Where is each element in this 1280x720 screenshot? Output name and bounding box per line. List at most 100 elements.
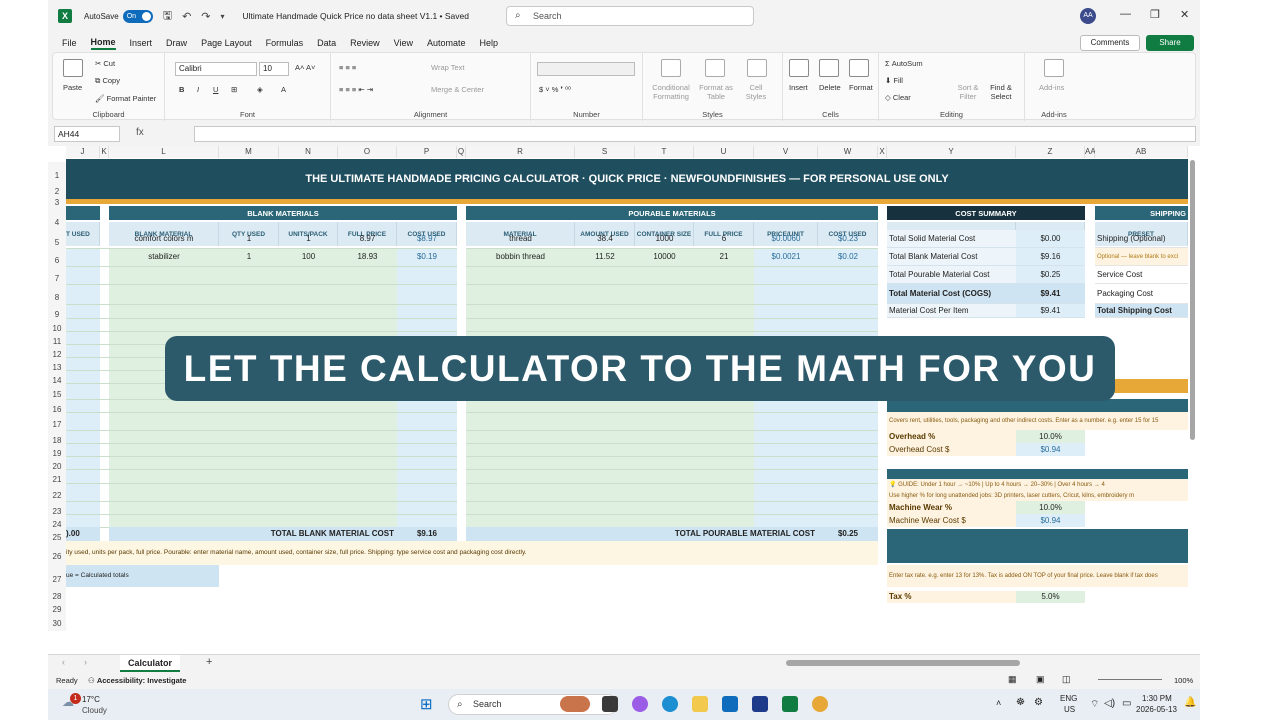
- blank-cell[interactable]: 18.93: [338, 248, 397, 266]
- row-header[interactable]: 27: [48, 569, 66, 591]
- cost-item-value[interactable]: $9.41: [1016, 284, 1085, 304]
- row-header[interactable]: 26: [48, 545, 66, 569]
- row-header[interactable]: 16: [48, 403, 66, 416]
- vertical-scrollbar[interactable]: [1190, 160, 1195, 440]
- store-icon[interactable]: [752, 696, 768, 712]
- avatar[interactable]: AA: [1080, 8, 1096, 24]
- task-view-icon[interactable]: [602, 696, 618, 712]
- row-header[interactable]: 9: [48, 308, 66, 322]
- underline-icon[interactable]: U: [213, 85, 218, 94]
- app-icon[interactable]: [812, 696, 828, 712]
- column-header-p[interactable]: P: [397, 146, 457, 158]
- paste-button[interactable]: Paste: [63, 83, 82, 92]
- clock-date[interactable]: 2026-05-13: [1136, 705, 1177, 714]
- tab-formulas[interactable]: Formulas: [266, 38, 304, 48]
- delete-button[interactable]: Delete: [819, 83, 841, 92]
- shipping-row[interactable]: Total Shipping Cost: [1095, 304, 1188, 318]
- pourable-cell[interactable]: 1000: [635, 230, 694, 248]
- column-header-o[interactable]: O: [338, 146, 397, 158]
- pourable-cell[interactable]: 38.4: [575, 230, 635, 248]
- blank-cell[interactable]: 1: [219, 248, 279, 266]
- tab-draw[interactable]: Draw: [166, 38, 187, 48]
- weather-temp[interactable]: 17°C: [82, 695, 100, 704]
- pourable-cell[interactable]: 10000: [635, 248, 694, 266]
- blank-cell[interactable]: 1: [219, 230, 279, 248]
- cost-item-label[interactable]: Material Cost Per Item: [887, 304, 1016, 318]
- battery-icon[interactable]: ▭: [1122, 698, 1131, 709]
- column-header-x[interactable]: X: [878, 146, 887, 158]
- merge-center-button[interactable]: Merge & Center: [431, 85, 484, 94]
- row-header[interactable]: 17: [48, 416, 66, 434]
- pourable-cell[interactable]: 21: [694, 248, 754, 266]
- row-header[interactable]: 22: [48, 487, 66, 505]
- align-left-icon[interactable]: ≡ ≡ ≡ ⇤ ⇥: [339, 85, 373, 94]
- column-header-v[interactable]: V: [754, 146, 818, 158]
- pourable-cell[interactable]: 11.52: [575, 248, 635, 266]
- cost-item-label[interactable]: Total Material Cost (COGS): [887, 284, 1016, 304]
- cost-item-value[interactable]: $9.41: [1016, 304, 1085, 318]
- tax-input[interactable]: 5.0%: [1016, 591, 1085, 603]
- name-box[interactable]: AH44: [54, 126, 120, 142]
- wrap-text-button[interactable]: Wrap Text: [431, 63, 465, 72]
- column-header-q[interactable]: Q: [457, 146, 466, 158]
- row-header[interactable]: 1: [48, 162, 66, 190]
- column-header-l[interactable]: L: [109, 146, 219, 158]
- blank-cell[interactable]: $0.19: [397, 248, 457, 266]
- start-icon[interactable]: ⊞: [420, 695, 433, 713]
- cell-styles-button[interactable]: Cell Styles: [741, 83, 771, 101]
- font-name-select[interactable]: Calibri: [175, 62, 257, 76]
- pourable-cell[interactable]: bobbin thread: [466, 248, 575, 266]
- row-header[interactable]: 14: [48, 374, 66, 387]
- row-header[interactable]: 25: [48, 531, 66, 545]
- clear-button[interactable]: ◇ Clear: [885, 93, 911, 102]
- row-header[interactable]: 19: [48, 447, 66, 460]
- search-input[interactable]: ⌕ Search: [506, 6, 754, 26]
- bold-icon[interactable]: B: [179, 85, 184, 94]
- pourable-cell[interactable]: $0.0060: [754, 230, 818, 248]
- row-header[interactable]: 23: [48, 505, 66, 518]
- region-indicator[interactable]: US: [1064, 705, 1075, 714]
- row-header[interactable]: 6: [48, 252, 66, 270]
- redo-icon[interactable]: ↷: [201, 10, 210, 23]
- pourable-cell[interactable]: thread: [466, 230, 575, 248]
- cost-item-value[interactable]: $9.16: [1016, 248, 1085, 266]
- autosum-button[interactable]: Σ AutoSum: [885, 59, 923, 68]
- normal-view-icon[interactable]: ▦: [1008, 674, 1017, 685]
- font-size-select[interactable]: 10: [259, 62, 289, 76]
- borders-icon[interactable]: ⊞: [231, 85, 237, 94]
- pourable-cell[interactable]: 6: [694, 230, 754, 248]
- undo-icon[interactable]: ↶: [182, 10, 191, 23]
- cut-button[interactable]: ✂ Cut: [95, 59, 115, 68]
- tray-app-icon[interactable]: ☸: [1016, 697, 1025, 708]
- blank-cell[interactable]: 1: [279, 230, 338, 248]
- column-header-n[interactable]: N: [279, 146, 338, 158]
- shipping-row[interactable]: Packaging Cost: [1095, 284, 1188, 304]
- notifications-icon[interactable]: 🔔: [1184, 697, 1196, 708]
- row-header[interactable]: 20: [48, 460, 66, 473]
- tab-home[interactable]: Home: [90, 37, 116, 50]
- tab-file[interactable]: File: [62, 38, 77, 48]
- copilot-icon[interactable]: [632, 696, 648, 712]
- format-painter-button[interactable]: 🖌 Format Painter: [95, 94, 156, 103]
- cost-item-label[interactable]: Total Pourable Material Cost: [887, 266, 1016, 284]
- column-header-j[interactable]: J: [66, 146, 100, 158]
- italic-icon[interactable]: I: [197, 85, 199, 94]
- column-header-m[interactable]: M: [219, 146, 279, 158]
- tray-chevron-icon[interactable]: ˄: [996, 698, 1001, 708]
- row-header[interactable]: 7: [48, 270, 66, 288]
- cost-item-label[interactable]: Total Solid Material Cost: [887, 230, 1016, 248]
- sheet-tab-calculator[interactable]: Calculator: [120, 655, 181, 672]
- currency-icon[interactable]: $ ˅ % ❜ ⁰⁰: [539, 85, 571, 94]
- blank-cell[interactable]: $8.97: [397, 230, 457, 248]
- column-header-z[interactable]: Z: [1016, 146, 1085, 158]
- row-header[interactable]: 11: [48, 335, 66, 348]
- find-select-button[interactable]: Find & Select: [985, 83, 1017, 101]
- page-layout-icon[interactable]: ▣: [1036, 674, 1045, 685]
- formula-input[interactable]: [194, 126, 1196, 142]
- conditional-formatting-button[interactable]: Conditional Formatting: [649, 83, 693, 101]
- save-icon[interactable]: 🖫: [163, 7, 172, 26]
- prev-sheet-icon[interactable]: ‹: [62, 657, 65, 667]
- column-header-aa[interactable]: AA: [1085, 146, 1096, 158]
- row-header[interactable]: 10: [48, 322, 66, 335]
- tab-review[interactable]: Review: [350, 38, 380, 48]
